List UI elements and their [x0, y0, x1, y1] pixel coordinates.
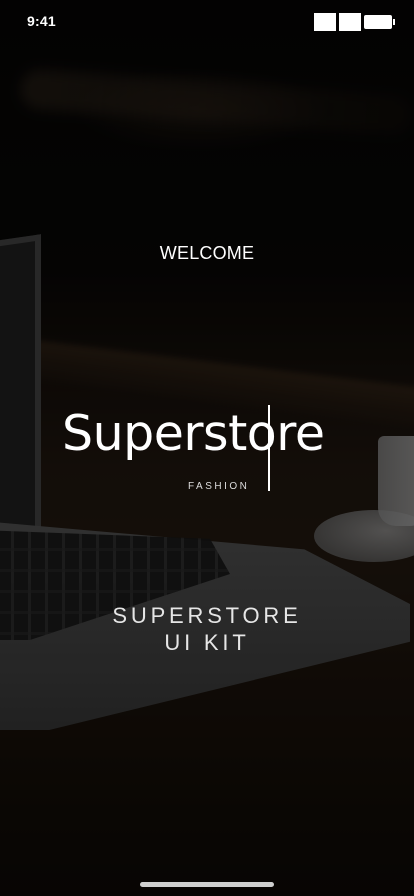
status-bar: 9:41 [0, 0, 414, 44]
kit-title-line1: SUPERSTORE [112, 603, 302, 628]
brand-logo: Superstore FASHION [62, 405, 352, 495]
welcome-screen: 9:41 WELCOME Superstore FASHION SUPERSTO… [0, 0, 414, 896]
logo-subtitle: FASHION [188, 481, 250, 492]
logo-divider [268, 405, 270, 491]
battery-icon [364, 15, 395, 29]
status-time: 9:41 [27, 13, 56, 29]
kit-title: SUPERSTORE UI KIT [0, 602, 414, 656]
wifi-icon [339, 13, 361, 31]
kit-title-line2: UI KIT [164, 630, 250, 655]
signal-icon [314, 13, 336, 31]
logo-wordmark: Superstore [62, 405, 325, 462]
welcome-heading: WELCOME [159, 243, 255, 263]
home-indicator[interactable] [140, 882, 274, 887]
status-icons [314, 13, 395, 31]
